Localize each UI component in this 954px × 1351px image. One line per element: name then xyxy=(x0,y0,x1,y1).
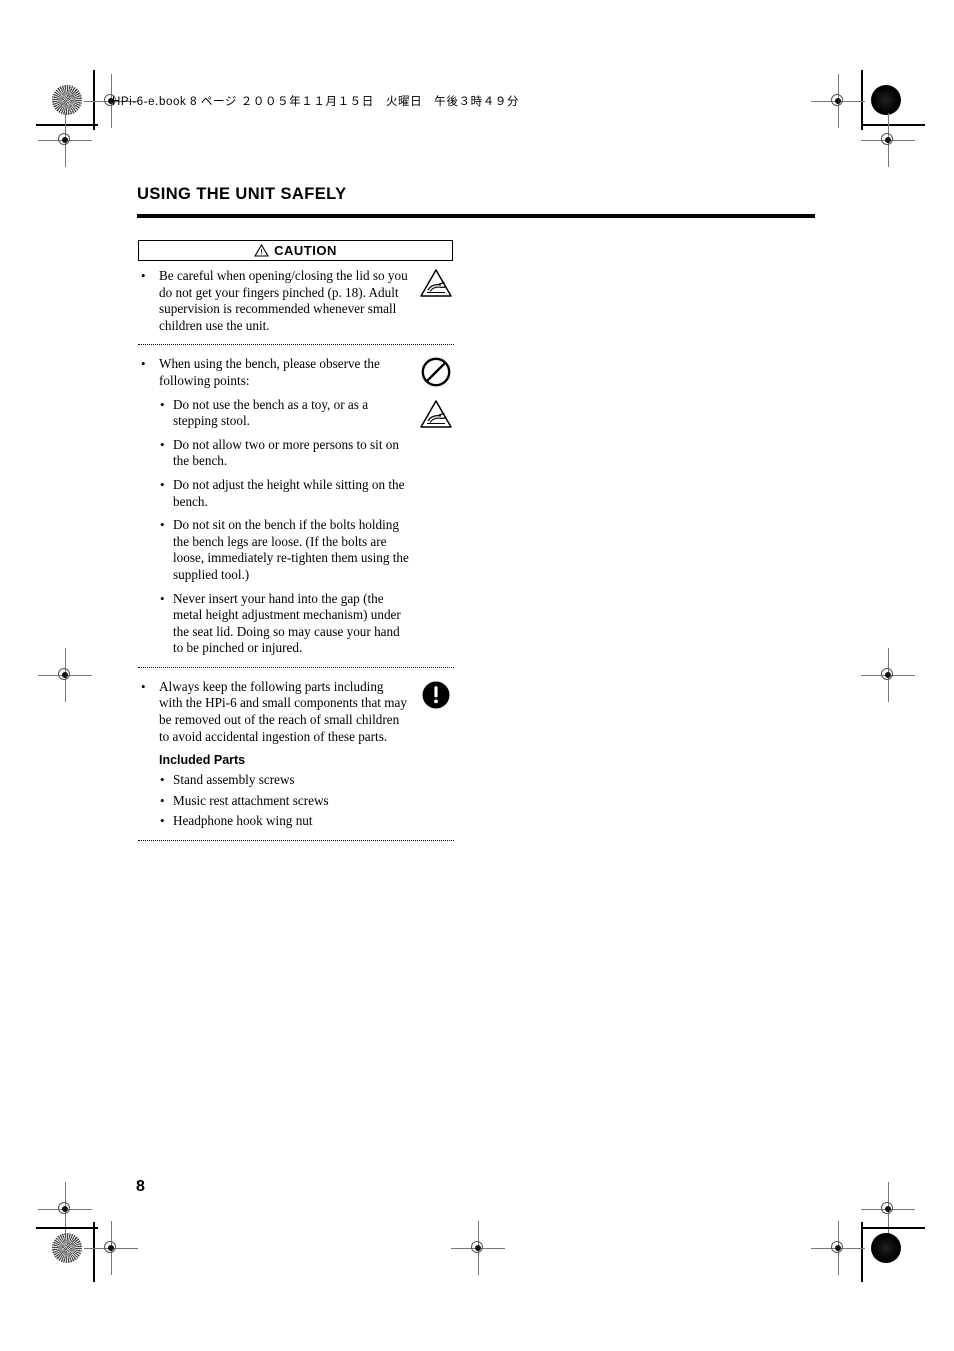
list-item: • Do not adjust the height while sitting… xyxy=(160,477,410,510)
halftone-target-top-right xyxy=(871,85,901,115)
icon-column-small-parts xyxy=(416,679,456,716)
section-divider xyxy=(138,666,454,668)
sub-bullet-marker: • xyxy=(160,396,165,412)
list-item: • Do not use the bench as a toy, or as a… xyxy=(160,397,410,430)
sub-bullet-marker: • xyxy=(160,517,165,533)
registration-mark-left-lower xyxy=(38,1182,92,1236)
trim-line-bottom-left-horizontal xyxy=(36,1227,98,1229)
trim-line-bottom-right-vertical xyxy=(861,1222,863,1282)
list-item: • Stand assembly screws xyxy=(160,772,410,789)
registration-mark-bottom-right xyxy=(811,1221,865,1275)
registration-mark-right-upper xyxy=(861,113,915,167)
bench-subitem-text: Do not allow two or more persons to sit … xyxy=(173,436,399,469)
sub-bullet-marker: • xyxy=(160,813,165,829)
included-part-text: Stand assembly screws xyxy=(173,772,295,788)
prohibition-circle-icon xyxy=(420,356,452,393)
sub-bullet-marker: • xyxy=(160,436,165,452)
registration-mark-right-middle xyxy=(861,648,915,702)
halftone-target-bottom-right xyxy=(871,1233,901,1263)
list-item: • Headphone hook wing nut xyxy=(160,813,410,830)
registration-mark-left-middle xyxy=(38,648,92,702)
sub-bullet-marker: • xyxy=(160,590,165,606)
included-parts-heading: Included Parts xyxy=(159,753,246,768)
list-item: • Do not sit on the bench if the bolts h… xyxy=(160,517,410,583)
list-item: • Do not allow two or more persons to si… xyxy=(160,437,410,470)
pinch-warning-triangle-icon xyxy=(419,399,453,434)
list-item: • Never insert your hand into the gap (t… xyxy=(160,591,410,657)
registration-mark-top-right xyxy=(811,74,865,128)
included-part-text: Music rest attachment screws xyxy=(173,792,329,808)
safety-section-small-parts: • Always keep the following parts includ… xyxy=(138,678,456,842)
sub-bullet-marker: • xyxy=(160,772,165,788)
trim-line-left-horizontal xyxy=(36,124,98,126)
registration-mark-right-lower xyxy=(861,1182,915,1236)
trim-line-bottom-left-vertical xyxy=(93,1222,95,1282)
safety-text-bench-usage: When using the bench, please observe the… xyxy=(159,356,380,388)
sub-bullet-marker: • xyxy=(160,476,165,492)
registration-mark-left-upper xyxy=(38,113,92,167)
included-part-text: Headphone hook wing nut xyxy=(173,813,313,829)
safety-text-lid-pinch: Be careful when opening/closing the lid … xyxy=(159,268,408,333)
caution-label: CAUTION xyxy=(274,243,337,258)
bullet-marker: • xyxy=(141,678,146,694)
registration-mark-bottom-center xyxy=(451,1221,505,1275)
safety-section-bench-usage: • When using the bench, please observe t… xyxy=(138,356,454,668)
page-title: USING THE UNIT SAFELY xyxy=(137,185,347,203)
bullet-marker: • xyxy=(141,268,146,283)
safety-text-small-parts: Always keep the following parts includin… xyxy=(159,678,407,744)
section-divider xyxy=(138,840,454,842)
icon-column-lid-pinch xyxy=(416,268,456,303)
bench-subitem-text: Do not adjust the height while sitting o… xyxy=(173,476,405,509)
page-number: 8 xyxy=(136,1178,145,1195)
bullet-marker: • xyxy=(141,356,146,372)
safety-section-lid-pinch: • Be careful when opening/closing the li… xyxy=(138,268,456,346)
halftone-target-top-left xyxy=(52,85,82,115)
safety-notice-list: • Be careful when opening/closing the li… xyxy=(138,268,454,852)
registration-mark-bottom-left xyxy=(84,1221,138,1275)
warning-triangle-icon xyxy=(254,244,270,257)
exclamation-circle-icon xyxy=(420,679,452,716)
bench-subitem-text: Never insert your hand into the gap (the… xyxy=(173,590,401,656)
trim-line-bottom-right-horizontal xyxy=(863,1227,925,1229)
list-item: • Music rest attachment screws xyxy=(160,793,410,810)
icon-column-bench-usage xyxy=(416,356,456,434)
bench-subitem-text: Do not sit on the bench if the bolts hol… xyxy=(173,517,409,582)
caution-banner: CAUTION xyxy=(138,240,453,261)
section-divider xyxy=(138,344,454,346)
sub-bullet-marker: • xyxy=(160,792,165,808)
book-file-header: HPi-6-e.book 8 ページ ２００５年１１月１５日 火曜日 午後３時４… xyxy=(112,96,520,108)
title-rule xyxy=(137,214,815,218)
bench-subitem-text: Do not use the bench as a toy, or as a s… xyxy=(173,396,369,429)
included-parts-list: • Stand assembly screws • Music rest att… xyxy=(160,772,410,830)
bench-usage-subitems: • Do not use the bench as a toy, or as a… xyxy=(160,397,410,657)
halftone-target-bottom-left xyxy=(52,1233,82,1263)
pinch-warning-triangle-icon xyxy=(419,268,453,303)
trim-line-right-horizontal xyxy=(863,124,925,126)
